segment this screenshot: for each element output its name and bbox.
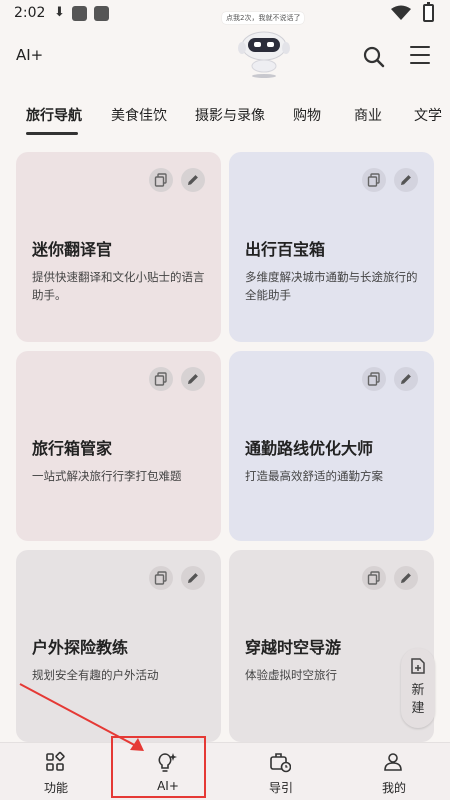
new-file-icon	[411, 658, 425, 674]
edit-button[interactable]	[394, 168, 418, 192]
copy-icon	[154, 571, 167, 585]
nav-label: 功能	[43, 781, 68, 795]
nav-item-guide[interactable]: 导引	[225, 743, 337, 800]
tab-shopping[interactable]: 购物	[293, 105, 321, 125]
edit-icon	[401, 573, 411, 583]
new-button-label: 新建	[411, 683, 425, 716]
edit-button[interactable]	[181, 566, 205, 590]
search-icon	[363, 46, 385, 68]
briefcase-clock-icon	[270, 753, 291, 773]
copy-button[interactable]	[149, 168, 173, 192]
nav-item-profile[interactable]: 我的	[338, 743, 450, 800]
nav-label: 导引	[268, 781, 293, 795]
card-description: 体验虚拟时空旅行	[245, 668, 337, 682]
notification-icon-2	[94, 6, 109, 21]
user-icon	[384, 753, 402, 771]
assistant-card[interactable]: 通勤路线优化大师 打造最高效舒适的通勤方案	[229, 351, 434, 541]
edit-button[interactable]	[394, 367, 418, 391]
card-title: 旅行箱管家	[32, 439, 113, 458]
tab-travel[interactable]: 旅行导航	[26, 105, 82, 125]
copy-icon	[367, 571, 380, 585]
robot-mascot[interactable]: 点我2次，我就不说话了	[222, 12, 308, 80]
copy-button[interactable]	[149, 566, 173, 590]
card-description: 提供快速翻译和文化小贴士的语言助手。	[32, 270, 205, 302]
wifi-icon	[391, 5, 411, 20]
card-title: 迷你翻译官	[32, 240, 113, 259]
card-title: 通勤路线优化大师	[245, 439, 374, 458]
card-title: 户外探险教练	[32, 638, 129, 657]
edit-icon	[188, 374, 198, 384]
tab-photography[interactable]: 摄影与录像	[195, 105, 265, 125]
edit-button[interactable]	[181, 168, 205, 192]
card-description: 打造最高效舒适的通勤方案	[245, 469, 383, 483]
copy-icon	[154, 372, 167, 386]
card-description: 一站式解决旅行行李打包难题	[32, 469, 182, 483]
assistant-card[interactable]: 迷你翻译官 提供快速翻译和文化小贴士的语言助手。	[16, 152, 221, 342]
annotation-arrow	[19, 683, 144, 751]
copy-icon	[367, 173, 380, 187]
copy-icon	[154, 173, 167, 187]
tab-literature[interactable]: 文学	[414, 105, 442, 125]
edit-icon	[401, 175, 411, 185]
battery-icon	[423, 2, 434, 22]
copy-button[interactable]	[362, 367, 386, 391]
notification-icon	[72, 6, 87, 21]
app-title: AI+	[16, 46, 44, 64]
tab-food[interactable]: 美食佳饮	[111, 105, 167, 125]
nav-label: 我的	[381, 781, 406, 795]
assistant-card[interactable]: 旅行箱管家 一站式解决旅行行李打包难题	[16, 351, 221, 541]
edit-icon	[401, 374, 411, 384]
card-description: 多维度解决城市通勤与长途旅行的全能助手	[245, 270, 418, 302]
card-title: 出行百宝箱	[245, 240, 326, 259]
menu-button[interactable]	[410, 46, 434, 68]
edit-icon	[188, 175, 198, 185]
new-button[interactable]: 新建	[401, 648, 435, 728]
edit-button[interactable]	[394, 566, 418, 590]
copy-button[interactable]	[362, 566, 386, 590]
copy-button[interactable]	[149, 367, 173, 391]
edit-button[interactable]	[181, 367, 205, 391]
search-button[interactable]	[362, 45, 386, 69]
category-tabs: 旅行导航 美食佳饮 摄影与录像 购物 商业 文学	[0, 100, 450, 140]
edit-icon	[188, 573, 198, 583]
copy-icon	[367, 372, 380, 386]
robot-speech-bubble: 点我2次，我就不说话了	[222, 12, 305, 24]
status-time: 2:02	[14, 5, 46, 21]
card-title: 穿越时空导游	[245, 638, 342, 657]
tab-indicator	[26, 132, 78, 135]
assistant-card[interactable]: 出行百宝箱 多维度解决城市通勤与长途旅行的全能助手	[229, 152, 434, 342]
download-icon: ⬇	[54, 5, 65, 20]
tab-business[interactable]: 商业	[354, 105, 382, 125]
copy-button[interactable]	[362, 168, 386, 192]
hamburger-icon	[410, 46, 430, 48]
